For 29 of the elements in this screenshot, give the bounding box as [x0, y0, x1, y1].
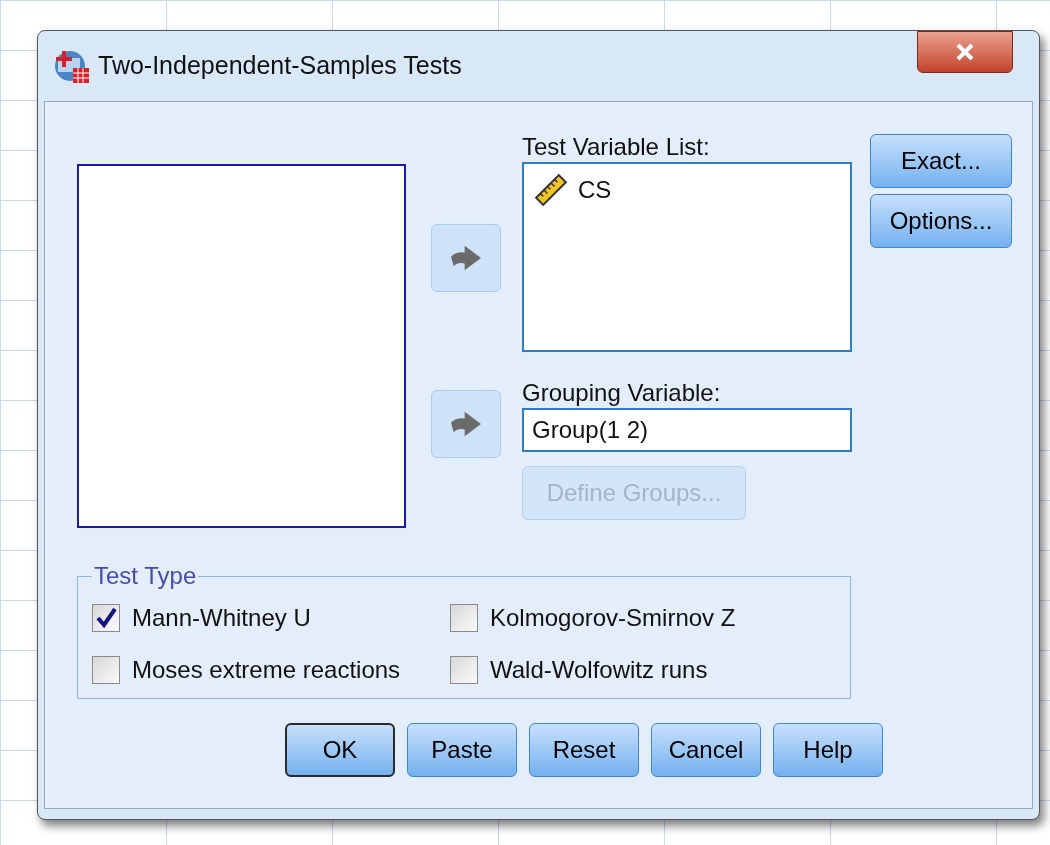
test-type-title: Test Type [93, 561, 198, 591]
checkbox[interactable] [92, 656, 120, 684]
app-icon [54, 48, 90, 84]
dialog-button[interactable]: OK [285, 723, 395, 777]
checkbox[interactable] [450, 656, 478, 684]
variable-item[interactable]: CS [578, 172, 612, 208]
window-title: Two-Independent-Samples Tests [98, 50, 463, 82]
dialog-button[interactable]: Paste [407, 723, 517, 777]
dialog-button[interactable]: Help [773, 723, 883, 777]
checkmark-icon [95, 607, 117, 629]
checkbox[interactable] [92, 604, 120, 632]
checkbox[interactable] [450, 604, 478, 632]
move-arrow-button[interactable] [430, 224, 501, 292]
grouping-variable-label: Grouping Variable: [522, 378, 722, 408]
dialog-button[interactable]: Reset [529, 723, 639, 777]
close-icon [955, 43, 975, 61]
checkbox-label: Kolmogorov-Smirnov Z [490, 603, 736, 633]
move-arrow-button[interactable] [430, 390, 501, 458]
dialog-button[interactable]: Exact... [870, 134, 1012, 188]
close-button[interactable] [917, 31, 1013, 73]
checkbox-label: Moses extreme reactions [132, 655, 401, 685]
dialog-button[interactable]: Options... [870, 194, 1012, 248]
checkbox-label: Mann-Whitney U [132, 603, 311, 633]
checkbox-label: Wald-Wolfowitz runs [490, 655, 708, 685]
test-variable-list[interactable]: CS [522, 162, 852, 352]
test-variable-label: Test Variable List: [522, 132, 711, 162]
grouping-variable-field[interactable]: Group(1 2) [522, 408, 852, 452]
source-variable-list[interactable] [77, 164, 406, 528]
dialog-button[interactable]: Cancel [651, 723, 761, 777]
